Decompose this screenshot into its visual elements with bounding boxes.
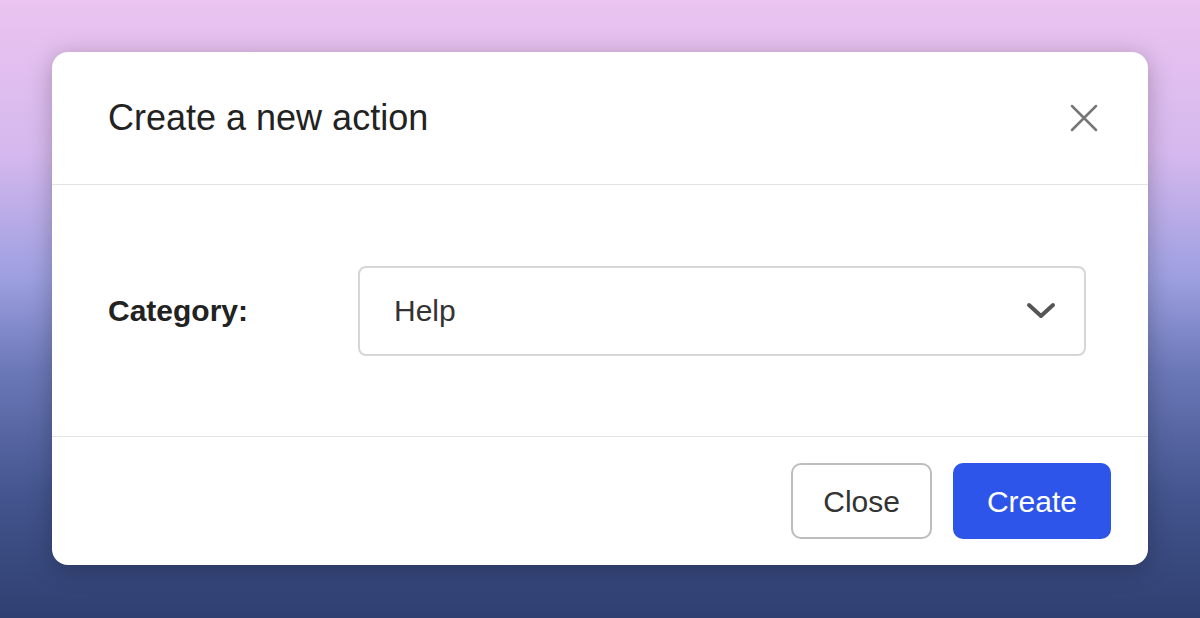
close-icon <box>1069 103 1099 133</box>
dialog-title: Create a new action <box>108 96 428 139</box>
close-button[interactable] <box>1064 98 1104 138</box>
dialog-footer: Close Create <box>52 437 1148 565</box>
dialog: Create a new action Category: Help Close Cre… <box>52 52 1148 565</box>
create-button[interactable]: Create <box>953 463 1111 539</box>
dialog-header: Create a new action <box>52 52 1148 185</box>
category-select[interactable]: Help <box>358 266 1086 356</box>
form-row: Category: Help <box>108 266 1086 356</box>
chevron-down-icon <box>1026 301 1056 321</box>
cancel-button[interactable]: Close <box>791 463 932 539</box>
select-value: Help <box>394 288 456 333</box>
desktop: Create a new action Category: Help Close Cre… <box>0 0 1200 618</box>
field-label: Category: <box>108 288 358 333</box>
dialog-body: Category: Help <box>52 185 1148 437</box>
